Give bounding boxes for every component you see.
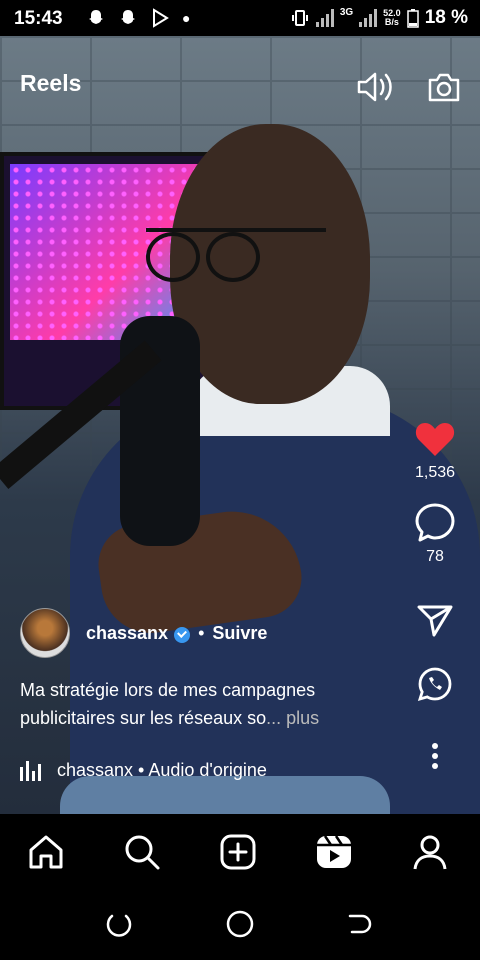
snapchat-icon [89, 10, 103, 24]
notification-icons: ● [86, 8, 190, 28]
send-icon[interactable] [416, 604, 454, 638]
battery-icon [406, 9, 419, 28]
bottom-navigation [0, 814, 480, 888]
home-icon[interactable] [26, 832, 66, 872]
network-speed: 52.0 B/s [383, 8, 401, 27]
search-icon[interactable] [122, 832, 162, 872]
comment-icon[interactable] [414, 502, 456, 542]
post-author: chassanx • Suivre [20, 608, 267, 658]
page-title: Reels [20, 70, 82, 96]
network-type: 3G [339, 7, 354, 18]
separator: • [198, 622, 205, 643]
whatsapp-icon[interactable] [417, 666, 453, 702]
snapchat-icon [121, 10, 135, 24]
video-jeans [60, 776, 390, 814]
audio-label: chassanx • Audio d'origine [57, 760, 267, 780]
home-button-icon[interactable] [224, 908, 256, 940]
caption-more-link[interactable]: ... plus [266, 708, 319, 728]
status-time: 15:43 [14, 8, 63, 29]
audio-info[interactable]: chassanx • Audio d'origine [20, 760, 267, 781]
play-store-icon [153, 8, 169, 28]
more-icon[interactable] [430, 742, 440, 770]
avatar[interactable] [20, 608, 70, 658]
profile-icon[interactable] [410, 832, 450, 872]
battery-level: 18 % [424, 7, 468, 28]
vibrate-icon [291, 10, 308, 26]
comment-count: 78 [426, 548, 444, 565]
status-bar: 15:43 ● 3G 52.0 B/s 18 % [0, 0, 480, 36]
action-rail: 1,536 78 [412, 420, 458, 770]
signal-icon [315, 9, 334, 27]
recent-apps-icon[interactable] [104, 910, 134, 940]
heart-icon[interactable] [414, 420, 456, 458]
author-name[interactable]: chassanx [86, 623, 168, 644]
system-navigation [0, 888, 480, 960]
camera-icon[interactable] [426, 71, 462, 103]
follow-button[interactable]: Suivre [212, 623, 267, 644]
like-count: 1,536 [414, 464, 456, 481]
reels-icon[interactable] [314, 832, 354, 872]
top-actions [356, 70, 462, 104]
notification-dot-icon: ● [182, 10, 191, 26]
audio-bars-icon [20, 760, 41, 781]
back-icon[interactable] [344, 910, 374, 940]
signal-icon [359, 9, 378, 27]
verified-badge-icon [174, 627, 191, 643]
speaker-icon[interactable] [356, 70, 394, 104]
post-caption[interactable]: Ma stratégie lors de mes campagnes publi… [20, 676, 400, 732]
add-icon[interactable] [218, 832, 258, 872]
